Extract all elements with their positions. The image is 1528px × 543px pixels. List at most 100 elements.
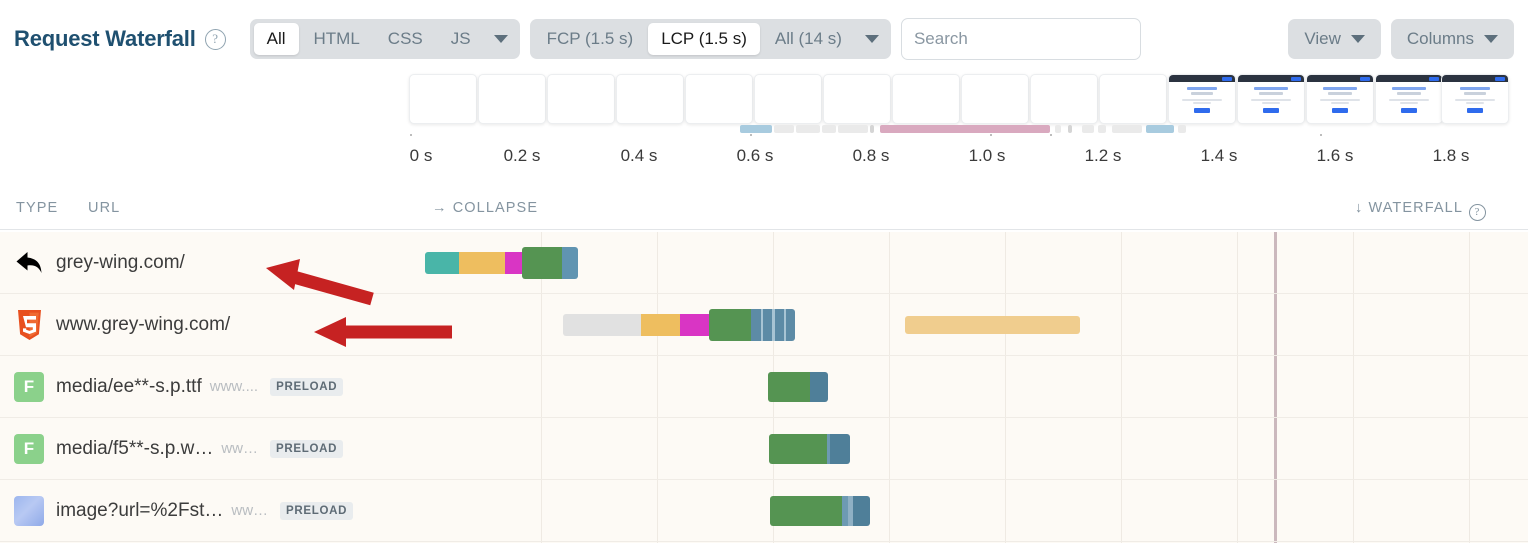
- thumbnail-text: [1319, 99, 1361, 101]
- table-row[interactable]: Fmedia/f5**-s.p.w… ww… PRELOAD: [0, 418, 1528, 480]
- thumbnail-headline: [1459, 87, 1491, 90]
- collapse-button[interactable]: → COLLAPSE: [432, 200, 538, 216]
- thumbnail-text: [1193, 102, 1211, 104]
- type-filter-html[interactable]: HTML: [301, 23, 373, 55]
- overview-segment: [1055, 125, 1061, 133]
- overview-segment: [838, 125, 868, 133]
- thumbnail-page-body: [1442, 82, 1508, 113]
- time-axis: 0 s 0.2 s 0.4 s 0.6 s 0.8 s 1.0 s 1.2 s 1.4 s 1.…: [0, 146, 1528, 176]
- waterfall-bar[interactable]: [522, 247, 578, 279]
- filmstrip-thumbnail[interactable]: [892, 74, 960, 124]
- waterfall-bar-segment: [459, 252, 505, 274]
- waterfall-help-icon[interactable]: ?: [1468, 204, 1486, 221]
- thumbnail-cta-button: [1467, 107, 1483, 113]
- filmstrip-thumbnail[interactable]: [754, 74, 822, 124]
- waterfall-bar[interactable]: [768, 372, 828, 402]
- overview-tick: [410, 134, 412, 136]
- filmstrip-thumbnail[interactable]: [823, 74, 891, 124]
- overview-segment: [822, 125, 836, 133]
- thumbnail-cta-button: [1194, 107, 1210, 113]
- type-filter-more-button[interactable]: [486, 23, 516, 55]
- overview-segment: [880, 125, 1050, 133]
- type-filter-all[interactable]: All: [253, 23, 299, 55]
- column-header-url[interactable]: URL: [88, 200, 120, 216]
- thumbnail-text: [1388, 99, 1430, 101]
- row-waterfall: [0, 480, 1528, 541]
- waterfall-bar-segment: [905, 316, 1080, 334]
- filmstrip: [0, 74, 1528, 130]
- metric-filter-lcp[interactable]: LCP (1.5 s): [648, 23, 760, 55]
- waterfall-bar-segment: [425, 252, 459, 274]
- waterfall-bar-segment: [562, 247, 578, 279]
- help-icon[interactable]: ?: [204, 28, 226, 50]
- page-title: Request Waterfall: [14, 26, 196, 51]
- row-waterfall: [0, 356, 1528, 417]
- filmstrip-thumbnail[interactable]: [961, 74, 1029, 124]
- waterfall-bar[interactable]: [709, 309, 795, 341]
- filmstrip-thumbnail[interactable]: [1237, 74, 1305, 124]
- thumbnail-browser-bar: [1442, 75, 1508, 82]
- axis-tick-label: 0 s: [409, 146, 433, 165]
- table-row[interactable]: Fmedia/ee**-s.p.ttf www.... PRELOAD: [0, 356, 1528, 418]
- overview-segment: [1178, 125, 1186, 133]
- thumbnail-headline: [1186, 87, 1218, 90]
- type-filter-group: All HTML CSS JS: [249, 19, 520, 59]
- waterfall-bar-segment: [563, 314, 641, 336]
- table-row[interactable]: image?url=%2Fst… ww… PRELOAD: [0, 480, 1528, 542]
- thumbnail-cta-button: [1401, 107, 1417, 113]
- thumbnail-cta-button: [1332, 107, 1348, 113]
- filmstrip-thumbnail[interactable]: [1306, 74, 1374, 124]
- type-filter-js[interactable]: JS: [438, 23, 484, 55]
- thumbnail-cta-button: [1263, 107, 1279, 113]
- thumbnail-headline: [1396, 92, 1422, 95]
- filmstrip-thumbnail[interactable]: [1441, 74, 1509, 124]
- column-header-type[interactable]: TYPE: [16, 200, 58, 216]
- filmstrip-thumbnail[interactable]: [1030, 74, 1098, 124]
- view-button[interactable]: View: [1288, 19, 1381, 59]
- waterfall-bar-segment: [830, 434, 850, 464]
- thumbnail-text: [1250, 99, 1292, 101]
- axis-tick-label: 1.2 s: [1084, 146, 1122, 165]
- waterfall-bar[interactable]: [563, 314, 712, 336]
- overview-segment: [1082, 125, 1094, 133]
- chevron-down-icon: [1484, 35, 1498, 43]
- waterfall-bar[interactable]: [905, 316, 1080, 334]
- table-row[interactable]: www.grey-wing.com/: [0, 294, 1528, 356]
- thumbnail-text: [1454, 99, 1496, 101]
- filmstrip-thumbnail[interactable]: [478, 74, 546, 124]
- overview-segment: [796, 125, 820, 133]
- column-header-waterfall[interactable]: ↓ WATERFALL?: [1355, 200, 1486, 221]
- metric-filter-all[interactable]: All (14 s): [762, 23, 855, 55]
- toolbar: Request Waterfall ? All HTML CSS JS FCP …: [0, 0, 1528, 78]
- filmstrip-thumbnail[interactable]: [1168, 74, 1236, 124]
- waterfall-bar-segment: [853, 496, 870, 526]
- filmstrip-thumbnail[interactable]: [1375, 74, 1443, 124]
- thumbnail-headline: [1322, 87, 1358, 90]
- waterfall-bar[interactable]: [770, 496, 870, 526]
- overview-tick: [750, 134, 752, 136]
- columns-button[interactable]: Columns: [1390, 19, 1514, 59]
- waterfall-rows: grey-wing.com/www.grey-wing.com/Fmedia/e…: [0, 232, 1528, 543]
- waterfall-bar-segment: [751, 309, 761, 341]
- filmstrip-thumbnail[interactable]: [616, 74, 684, 124]
- thumbnail-browser-bar: [1376, 75, 1442, 82]
- filmstrip-thumbnail[interactable]: [409, 74, 477, 124]
- waterfall-bar[interactable]: [769, 434, 850, 464]
- row-waterfall: [0, 232, 1528, 293]
- axis-tick-label: 1.8 s: [1432, 146, 1470, 165]
- timeline-overview-strip[interactable]: [0, 125, 1528, 136]
- filmstrip-thumbnail[interactable]: [547, 74, 615, 124]
- overview-tick: [1050, 134, 1052, 136]
- waterfall-bar-segment: [774, 309, 784, 341]
- table-row[interactable]: grey-wing.com/: [0, 232, 1528, 294]
- metric-filter-more-button[interactable]: [857, 23, 887, 55]
- waterfall-bar-segment: [641, 314, 680, 336]
- thumbnail-text: [1400, 102, 1418, 104]
- axis-tick-label: 0.8 s: [852, 146, 890, 165]
- metric-filter-fcp[interactable]: FCP (1.5 s): [534, 23, 647, 55]
- type-filter-css[interactable]: CSS: [375, 23, 436, 55]
- filmstrip-thumbnail[interactable]: [685, 74, 753, 124]
- thumbnail-text: [1262, 102, 1280, 104]
- filmstrip-thumbnail[interactable]: [1099, 74, 1167, 124]
- search-input[interactable]: [900, 18, 1141, 60]
